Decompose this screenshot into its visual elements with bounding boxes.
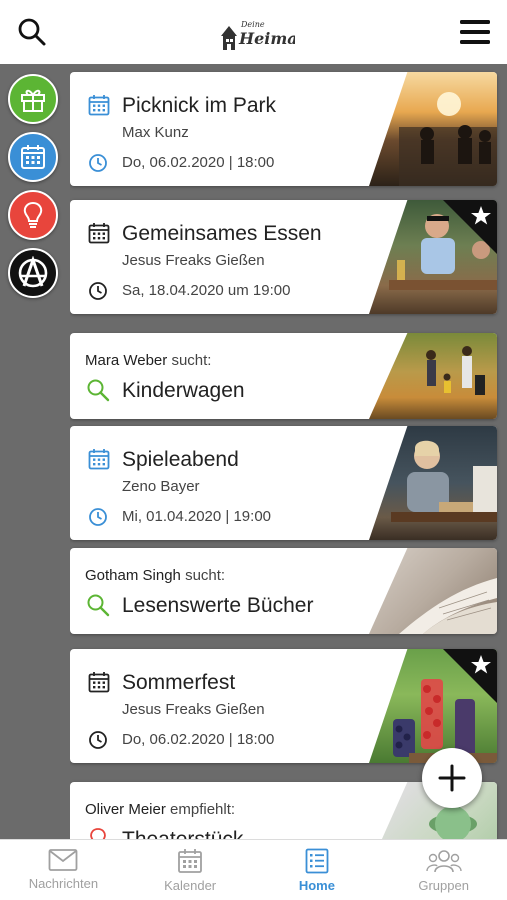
list-icon xyxy=(305,848,329,874)
event-date: Do, 06.02.2020 | 18:00 xyxy=(122,731,275,748)
calendar-icon xyxy=(88,672,110,693)
event-card[interactable]: Sommerfest Jesus Freaks Gießen Do, 06.02… xyxy=(70,649,497,763)
request-person: Mara Weber xyxy=(85,352,168,369)
event-organizer: Jesus Freaks Gießen xyxy=(122,701,265,718)
event-date: Do, 06.02.2020 | 18:00 xyxy=(122,154,275,171)
category-events-button[interactable] xyxy=(8,132,58,182)
event-date: Sa, 18.04.2020 um 19:00 xyxy=(122,282,291,299)
gift-icon xyxy=(21,89,45,112)
hamburger-menu-icon xyxy=(460,20,490,44)
clock-icon xyxy=(89,282,107,300)
group-icon xyxy=(425,850,462,873)
clock-icon xyxy=(89,508,107,526)
request-photo-family xyxy=(369,333,497,419)
request-verb: sucht: xyxy=(171,352,212,369)
nav-calendar[interactable]: Kalender xyxy=(127,840,254,900)
event-organizer: Max Kunz xyxy=(122,124,189,141)
search-icon xyxy=(18,18,46,46)
category-sidebar xyxy=(0,64,66,839)
svg-text:Deine: Deine xyxy=(240,20,265,29)
nav-label: Home xyxy=(298,878,335,893)
app-header: Deine Heimat xyxy=(0,0,507,64)
request-title: Kinderwagen xyxy=(122,379,245,402)
search-icon xyxy=(87,379,110,402)
category-gifts-button[interactable] xyxy=(8,74,58,124)
featured-badge xyxy=(443,200,497,254)
event-card[interactable]: Picknick im Park Max Kunz Do, 06.02.2020… xyxy=(70,72,497,186)
calendar-icon xyxy=(88,449,110,470)
home-feed[interactable]: Picknick im Park Max Kunz Do, 06.02.2020… xyxy=(70,64,507,839)
app-logo[interactable]: Deine Heimat xyxy=(215,14,306,54)
nav-label: Nachrichten xyxy=(28,876,99,891)
plus-icon xyxy=(438,764,466,792)
event-photo-picnic xyxy=(369,72,497,186)
featured-badge xyxy=(443,649,497,703)
lightbulb-icon xyxy=(23,201,43,228)
request-title: Lesenswerte Bücher xyxy=(122,594,314,617)
event-title: Picknick im Park xyxy=(122,94,277,117)
recommendation-author: Oliver Meier empfiehlt: xyxy=(85,801,235,818)
calendar-icon xyxy=(178,849,203,873)
recommendation-person: Oliver Meier xyxy=(85,801,166,818)
clock-icon xyxy=(89,731,107,749)
event-card[interactable]: Gemeinsames Essen Jesus Freaks Gießen Sa… xyxy=(70,200,497,314)
category-ideas-button[interactable] xyxy=(8,190,58,240)
request-verb: sucht: xyxy=(185,567,226,584)
add-post-button[interactable] xyxy=(422,748,482,808)
logo-text: Heimat xyxy=(238,29,295,48)
request-author: Gotham Singh sucht: xyxy=(85,567,225,584)
clock-icon xyxy=(89,154,107,172)
event-card[interactable]: Spieleabend Zeno Bayer Mi, 01.04.2020 | … xyxy=(70,426,497,540)
request-person: Gotham Singh xyxy=(85,567,181,584)
category-community-button[interactable] xyxy=(8,248,58,298)
search-icon xyxy=(87,594,110,617)
lightbulb-icon xyxy=(90,828,106,839)
event-title: Spieleabend xyxy=(122,448,239,471)
event-photo-chess xyxy=(369,426,497,540)
event-title: Sommerfest xyxy=(122,671,236,694)
request-author: Mara Weber sucht: xyxy=(85,352,211,369)
nav-label: Gruppen xyxy=(418,878,469,893)
recommendation-verb: empfiehlt: xyxy=(170,801,236,818)
nav-home[interactable]: Home xyxy=(254,840,381,900)
search-button[interactable] xyxy=(12,12,52,52)
bottom-navigation: Nachrichten Kalender Home Gruppen xyxy=(0,839,507,900)
nav-label: Kalender xyxy=(164,878,217,893)
anarchy-a-icon xyxy=(18,256,48,288)
event-title: Gemeinsames Essen xyxy=(122,222,322,245)
nav-groups[interactable]: Gruppen xyxy=(380,840,507,900)
request-card[interactable]: Gotham Singh sucht: Lesenswerte Bücher xyxy=(70,548,497,634)
calendar-icon xyxy=(88,223,110,244)
recommendation-title: Theaterstück xyxy=(122,828,243,839)
request-photo-book xyxy=(369,548,497,634)
menu-button[interactable] xyxy=(455,12,495,52)
event-organizer: Jesus Freaks Gießen xyxy=(122,252,265,269)
calendar-icon xyxy=(88,95,110,116)
event-organizer: Zeno Bayer xyxy=(122,478,200,495)
event-date: Mi, 01.04.2020 | 19:00 xyxy=(122,508,272,525)
calendar-icon xyxy=(21,145,45,169)
nav-messages[interactable]: Nachrichten xyxy=(0,840,127,900)
request-card[interactable]: Mara Weber sucht: Kinderwagen xyxy=(70,333,497,419)
envelope-icon xyxy=(48,849,78,871)
